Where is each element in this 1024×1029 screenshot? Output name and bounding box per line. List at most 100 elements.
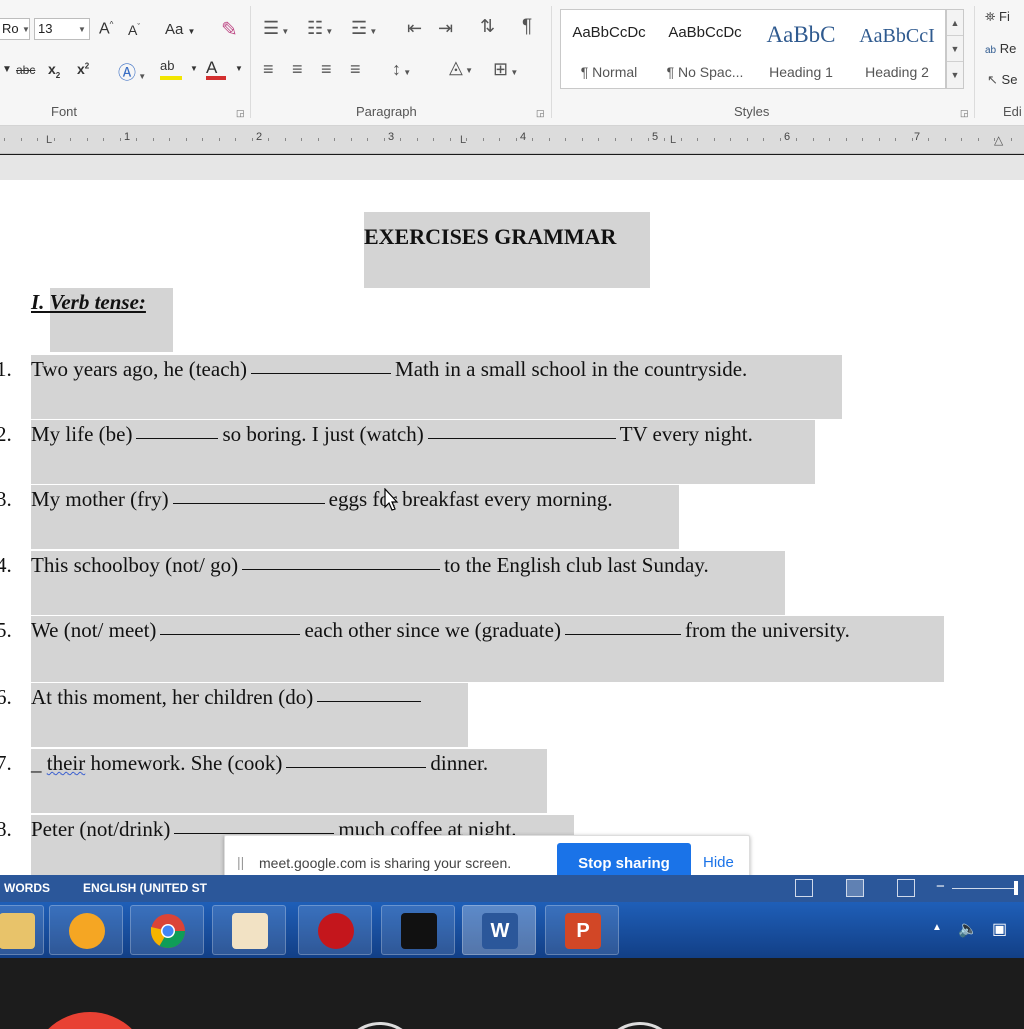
zoom-slider[interactable]	[952, 888, 1016, 889]
taskbar-app[interactable]	[381, 905, 455, 955]
volume-icon[interactable]: 🔈	[958, 919, 978, 939]
dialog-launcher-icon[interactable]: ◲	[960, 108, 969, 119]
section-heading: I. Verb tense:	[31, 290, 146, 314]
taskbar-chrome[interactable]	[130, 905, 204, 955]
exercise-item-2: My life (be) so boring. I just (watch) TV …	[31, 422, 753, 446]
tab-stop-marker[interactable]: L	[670, 134, 676, 146]
answer-blank[interactable]	[286, 767, 427, 768]
numbering-icon[interactable]: ☷ ▼	[307, 18, 333, 39]
taskbar-app[interactable]	[298, 905, 372, 955]
style-no-spacing[interactable]: AaBbCcDc ¶ No Spac...	[657, 10, 753, 90]
right-indent-marker[interactable]: △	[994, 133, 1003, 147]
chevron-up-icon[interactable]: ▲	[947, 10, 963, 36]
font-color-button[interactable]: A	[206, 58, 228, 80]
dialog-launcher-icon[interactable]: ◲	[536, 108, 545, 119]
highlight-color-button[interactable]: ab	[160, 58, 184, 80]
tab-stop-marker[interactable]: L	[460, 134, 466, 146]
ruler-number: 2	[256, 131, 263, 143]
taskbar-explorer[interactable]	[0, 905, 44, 955]
answer-blank[interactable]	[564, 634, 681, 635]
text-effects-icon[interactable]: Ⓐ ▼	[118, 59, 146, 85]
ruler-tick	[780, 138, 781, 141]
subscript-button[interactable]: x2	[48, 61, 60, 80]
ruler-tick	[285, 138, 286, 141]
answer-blank[interactable]	[136, 438, 219, 439]
highlight-color-swatch	[160, 76, 182, 80]
clear-formatting-icon[interactable]: ✎	[221, 17, 238, 42]
ruler-tick	[730, 138, 731, 141]
sort-icon[interactable]: ⇅	[480, 16, 495, 37]
web-layout-icon[interactable]	[897, 879, 915, 897]
network-icon[interactable]: ▣	[992, 919, 1007, 939]
hide-button[interactable]: Hide	[703, 854, 734, 871]
word-count[interactable]: WORDS	[4, 881, 50, 895]
show-hidden-icons[interactable]: ▲	[932, 922, 942, 933]
answer-blank[interactable]	[251, 373, 392, 374]
bullets-icon[interactable]: ☰ ▼	[263, 18, 289, 39]
chevron-down-icon: ▼	[78, 25, 86, 34]
line-spacing-icon[interactable]: ↕ ▼	[392, 59, 411, 80]
chevron-down-icon[interactable]: ▼	[947, 36, 963, 62]
document-area: EXERCISES GRAMMAR I. Verb tense: 1. Two …	[0, 155, 1024, 900]
answer-blank[interactable]	[317, 701, 422, 702]
language-indicator[interactable]: ENGLISH (UNITED ST	[83, 881, 207, 895]
ruler-tick	[136, 138, 137, 141]
align-left-icon[interactable]: ≡	[263, 59, 274, 80]
more-styles-icon[interactable]: ▼	[947, 62, 963, 88]
zoom-slider-thumb[interactable]	[1014, 881, 1018, 895]
style-heading-2[interactable]: AaBbCcI Heading 2	[849, 10, 945, 90]
select-button[interactable]: ↖ Se	[987, 72, 1017, 88]
share-message: meet.google.com is sharing your screen.	[259, 855, 512, 871]
binoculars-icon: ⛯	[985, 9, 996, 24]
superscript-button[interactable]: x2	[77, 61, 89, 77]
styles-group-label: Styles	[734, 104, 770, 119]
decrease-indent-icon[interactable]: ⇤	[407, 18, 422, 39]
item-number: 2.	[0, 422, 12, 446]
multilevel-list-icon[interactable]: ☲ ▼	[351, 18, 377, 39]
ruler-tick	[549, 138, 550, 141]
taskbar-powerpoint[interactable]: P	[545, 905, 619, 955]
taskbar-word[interactable]: W	[462, 905, 536, 955]
dialog-launcher-icon[interactable]: ◲	[236, 108, 245, 119]
answer-blank[interactable]	[242, 569, 441, 570]
tab-stop-marker[interactable]: L	[46, 134, 52, 146]
styles-gallery-scroll[interactable]: ▲ ▼ ▼	[946, 9, 964, 89]
increase-indent-icon[interactable]: ⇥	[438, 18, 453, 39]
style-preview: AaBbCcI	[859, 25, 935, 47]
ruler[interactable]: 1 2 3 4 5 6 7 L L L △	[0, 126, 1024, 154]
ruler-tick	[268, 138, 269, 141]
document-page[interactable]: EXERCISES GRAMMAR I. Verb tense: 1. Two …	[0, 180, 1024, 900]
font-size-value: 13	[38, 21, 53, 36]
drag-handle-icon[interactable]: ||	[237, 854, 244, 870]
align-right-icon[interactable]: ≡	[321, 59, 332, 80]
style-normal[interactable]: AaBbCcDc ¶ Normal	[561, 10, 657, 90]
ruler-tick	[384, 138, 385, 141]
shading-icon[interactable]: ◬ ▼	[449, 57, 473, 78]
ruler-tick	[796, 138, 797, 141]
replace-button[interactable]: ab Re	[985, 41, 1016, 56]
shrink-font-button[interactable]: Aˇ	[128, 22, 140, 38]
align-center-icon[interactable]: ≡	[292, 59, 303, 80]
styles-gallery: AaBbCcDc ¶ Normal AaBbCcDc ¶ No Spac... …	[560, 9, 946, 89]
style-heading-1[interactable]: AaBbC Heading 1	[753, 10, 849, 90]
find-button[interactable]: ⛯ Fi	[985, 9, 1010, 25]
editing-group-label: Edi	[1003, 104, 1022, 119]
borders-icon[interactable]: ⊞ ▼	[493, 59, 518, 80]
grow-font-button[interactable]: A^	[99, 20, 113, 38]
windows-taskbar: W P ▲ 🔈 ▣	[0, 902, 1024, 958]
taskbar-media-player[interactable]	[49, 905, 123, 955]
read-mode-icon[interactable]	[795, 879, 813, 897]
print-layout-icon[interactable]	[846, 879, 864, 897]
justify-icon[interactable]: ≡	[350, 59, 361, 80]
change-case-button[interactable]: Aa ▼	[165, 21, 195, 38]
answer-blank[interactable]	[160, 634, 301, 635]
strikethrough-button[interactable]: abc	[16, 63, 35, 77]
answer-blank[interactable]	[427, 438, 616, 439]
video-overlay-bar	[0, 958, 1024, 1029]
zoom-out-icon[interactable]: −	[936, 878, 945, 895]
show-formatting-icon[interactable]: ¶	[522, 16, 532, 38]
answer-blank[interactable]	[174, 833, 335, 834]
ruler-tick	[1011, 138, 1012, 141]
answer-blank[interactable]	[172, 503, 325, 504]
taskbar-app[interactable]	[212, 905, 286, 955]
